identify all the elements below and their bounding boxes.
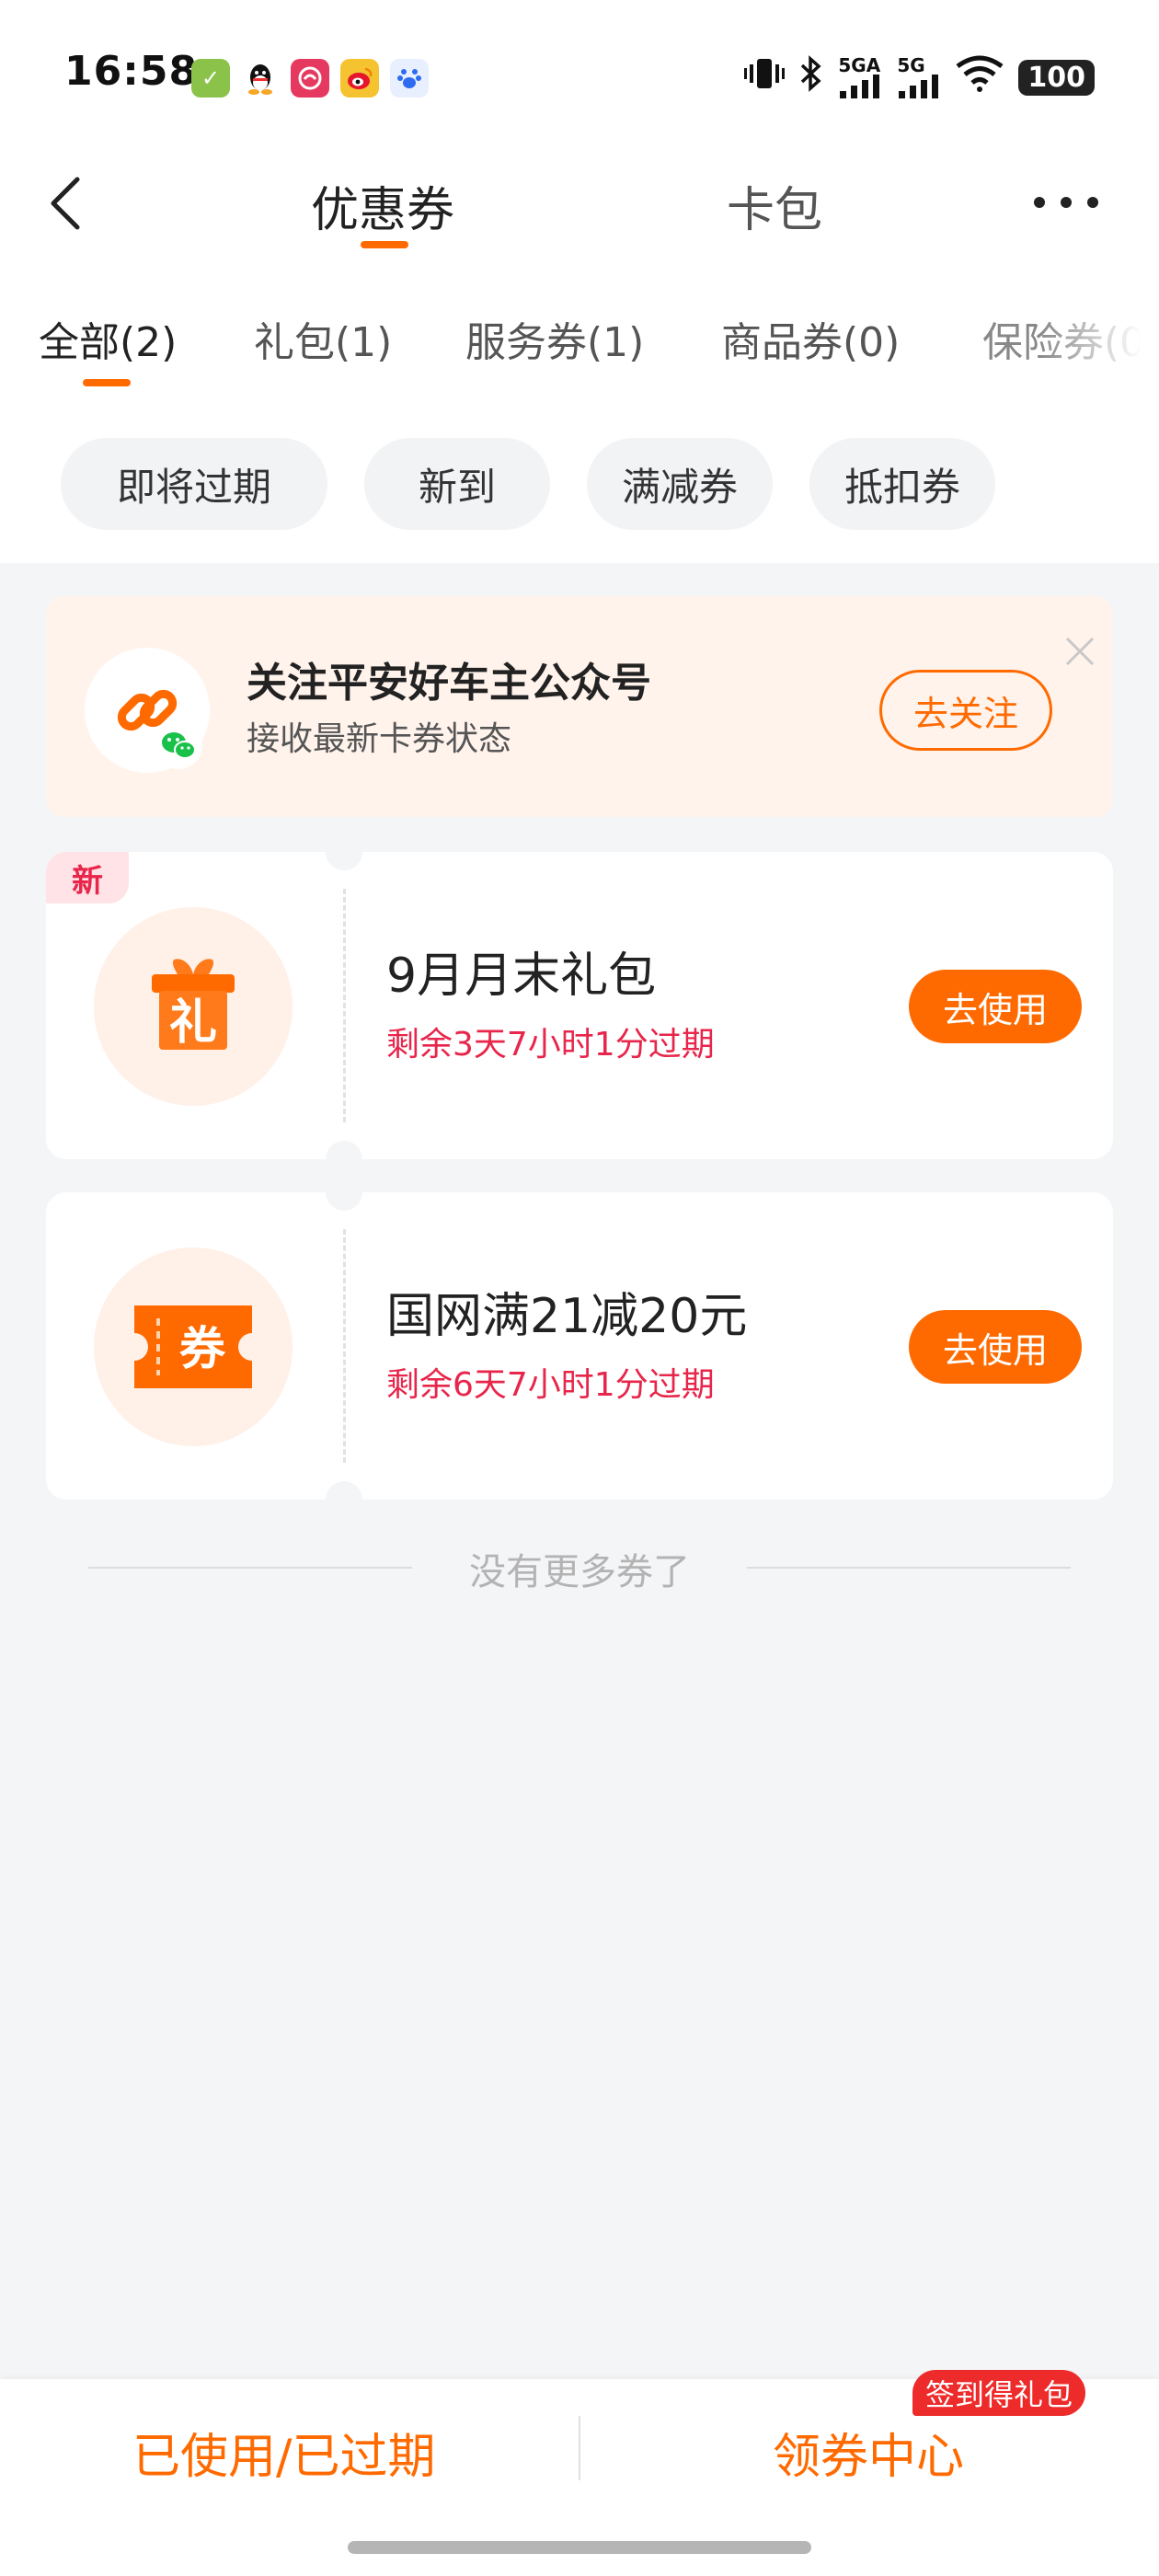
signal-5ga: 5GA	[838, 56, 882, 98]
banner-title: 关注平安好车主公众号	[247, 660, 651, 707]
category-tabs: 全部(2) 礼包(1) 服务券(1) 商品券(0) 保险券(0	[0, 309, 1159, 383]
network-label-2: 5G	[897, 54, 925, 76]
bluetooth-icon	[799, 55, 823, 99]
follow-button[interactable]: 去关注	[879, 670, 1052, 751]
category-tab-all[interactable]: 全部(2)	[39, 309, 177, 368]
gift-icon: 礼	[94, 907, 293, 1106]
filter-chip-new[interactable]: 新到	[364, 438, 550, 530]
category-tab-service[interactable]: 服务券(1)	[465, 309, 644, 368]
coupon-title: 国网满21减20元	[386, 1289, 748, 1344]
signal-bars-icon	[840, 75, 880, 98]
card-notch	[326, 834, 362, 870]
weibo-icon	[340, 59, 379, 98]
home-indicator[interactable]	[348, 2541, 811, 2554]
coupon-title: 9月月末礼包	[386, 949, 657, 1004]
ticket-icon: 券	[94, 1248, 293, 1446]
card-divider	[343, 1229, 346, 1463]
banner-subtitle: 接收最新卡券状态	[247, 720, 512, 758]
use-coupon-button[interactable]: 去使用	[909, 1310, 1082, 1384]
end-of-list-text: 没有更多券了	[469, 1551, 690, 1593]
status-bar: 16:58 ✓ 5GA 5G 100	[0, 0, 1159, 156]
new-badge: 新	[46, 852, 129, 903]
tabs-fade-mask	[1039, 304, 1159, 386]
filter-chip-expiring[interactable]: 即将过期	[61, 438, 327, 530]
category-tab-goods[interactable]: 商品券(0)	[721, 309, 900, 368]
wechat-icon	[155, 721, 202, 769]
system-icons: 5GA 5G 100	[744, 55, 1095, 99]
more-dot-icon	[1034, 197, 1045, 208]
back-button[interactable]	[40, 173, 92, 234]
tab-card-wallet[interactable]: 卡包	[727, 171, 822, 240]
card-notch	[326, 1174, 362, 1211]
follow-banner: 关注平安好车主公众号 接收最新卡券状态 去关注	[46, 596, 1113, 817]
tab-coupons[interactable]: 优惠券	[311, 171, 454, 240]
close-banner-button[interactable]	[1063, 635, 1096, 668]
more-dot-icon	[1061, 197, 1072, 208]
more-options-button[interactable]	[1034, 184, 1098, 221]
category-tab-gift[interactable]: 礼包(1)	[254, 309, 392, 368]
bottom-separator	[579, 2416, 580, 2480]
use-coupon-button[interactable]: 去使用	[909, 970, 1082, 1043]
wifi-icon	[956, 55, 1004, 99]
coupon-card[interactable]: 礼 新 9月月末礼包 剩余3天7小时1分过期 去使用	[46, 834, 1113, 1178]
close-icon	[1065, 637, 1095, 666]
signal-5g: 5G	[897, 56, 941, 98]
battery-indicator: 100	[1018, 59, 1095, 96]
card-notch	[326, 1481, 362, 1518]
category-active-indicator	[83, 379, 131, 386]
qq-icon	[241, 59, 280, 98]
network-label-1: 5GA	[838, 54, 881, 76]
baidu-map-icon	[390, 59, 429, 98]
coupon-card[interactable]: 券 国网满21减20元 剩余6天7小时1分过期 去使用	[46, 1174, 1113, 1518]
card-divider	[343, 889, 346, 1122]
ticket-icon-char: 券	[179, 1322, 226, 1375]
vibrate-icon	[744, 55, 786, 99]
status-time: 16:58	[64, 48, 199, 95]
chevron-left-icon	[51, 177, 80, 230]
card-notch	[326, 1141, 362, 1178]
coupon-expire-text: 剩余3天7小时1分过期	[386, 1026, 715, 1064]
tab-active-indicator	[361, 241, 408, 248]
filter-chip-deduction[interactable]: 抵扣券	[809, 438, 995, 530]
gift-icon-char: 礼	[169, 995, 217, 1051]
filter-chip-discount[interactable]: 满减券	[587, 438, 773, 530]
signal-bars-icon	[899, 75, 939, 98]
sign-in-gift-badge: 签到得礼包	[912, 2370, 1086, 2416]
notification-icons: ✓	[191, 59, 429, 98]
coupon-center-button[interactable]: 领券中心	[773, 2418, 964, 2487]
more-dot-icon	[1087, 197, 1098, 208]
used-expired-button[interactable]: 已使用/已过期	[132, 2418, 436, 2487]
ctrip-icon	[291, 59, 329, 98]
coupon-expire-text: 剩余6天7小时1分过期	[386, 1366, 715, 1404]
task-app-icon: ✓	[191, 59, 230, 98]
